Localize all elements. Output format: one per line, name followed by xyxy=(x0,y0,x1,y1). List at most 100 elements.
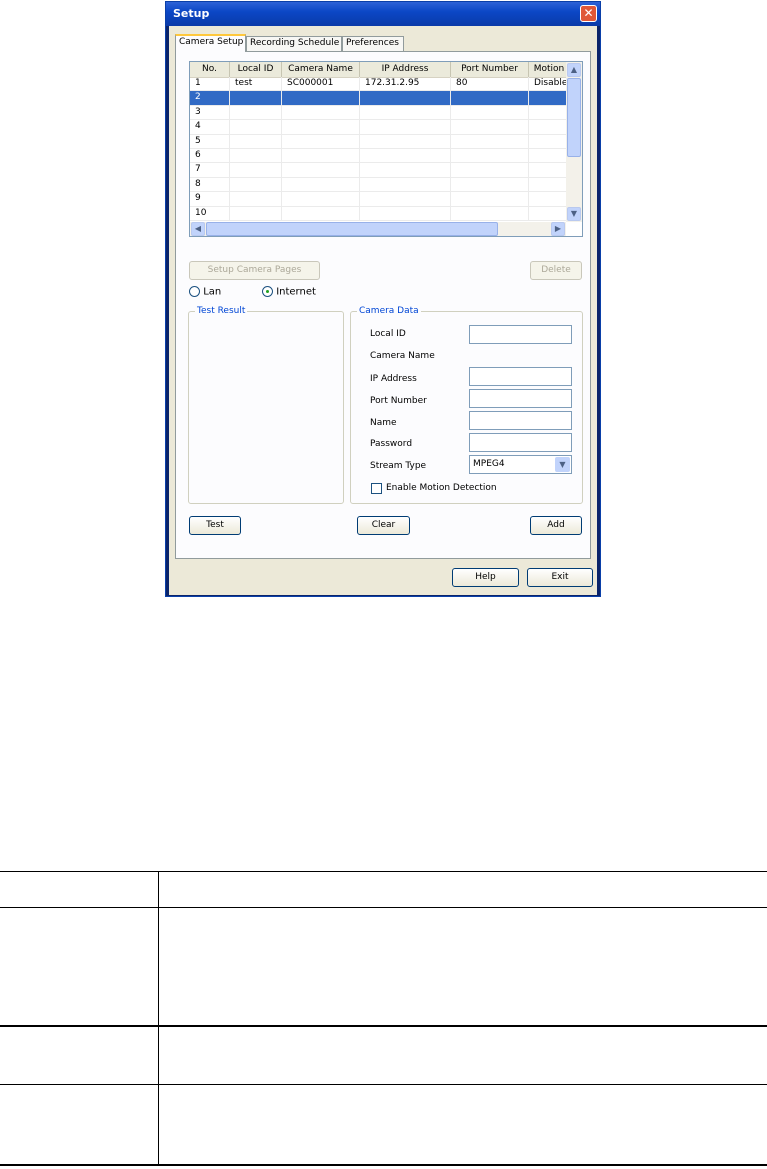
table-cell: SC000001 xyxy=(282,77,360,91)
name-label: Name xyxy=(370,418,397,428)
ip-address-label: IP Address xyxy=(370,374,417,384)
ip-address-field[interactable] xyxy=(469,367,572,386)
port-number-field[interactable] xyxy=(469,389,572,408)
table-cell xyxy=(360,177,451,192)
table-cell xyxy=(529,106,566,119)
internet-option[interactable]: Internet xyxy=(262,286,316,299)
table-rule-bottom xyxy=(0,1164,767,1166)
camera-setup-panel: No. Local ID Camera Name IP Address Port… xyxy=(175,51,591,559)
help-button[interactable]: Help xyxy=(452,568,519,587)
stream-type-value: MPEG4 xyxy=(473,459,505,469)
table-cell xyxy=(451,148,529,163)
password-field[interactable] xyxy=(469,433,572,452)
scroll-left-icon[interactable]: ◀ xyxy=(191,222,205,236)
local-id-label: Local ID xyxy=(370,329,406,339)
lan-radio[interactable] xyxy=(189,286,200,297)
table-row[interactable]: 5 xyxy=(190,134,566,149)
lan-option[interactable]: Lan xyxy=(189,286,221,299)
table-row[interactable]: 9 xyxy=(190,192,566,207)
table-cell xyxy=(529,178,566,191)
setup-camera-pages-button[interactable]: Setup Camera Pages xyxy=(189,261,320,280)
table-cell xyxy=(529,135,566,148)
table-cell: 8 xyxy=(190,177,230,192)
lan-label: Lan xyxy=(203,286,222,298)
chevron-down-icon[interactable]: ▼ xyxy=(555,457,570,472)
table-row[interactable]: 10 xyxy=(190,206,566,221)
column-header-port-number[interactable]: Port Number xyxy=(451,62,529,77)
table-cell xyxy=(282,192,360,206)
motion-detection-label[interactable]: Enable Motion Detection xyxy=(386,483,497,494)
scroll-right-icon[interactable]: ▶ xyxy=(551,222,565,236)
delete-button[interactable]: Delete xyxy=(530,261,582,280)
table-cell: 80 xyxy=(451,77,529,91)
tab-camera-setup[interactable]: Camera Setup xyxy=(175,34,246,52)
column-header-camera-name[interactable]: Camera Name xyxy=(282,62,360,77)
column-header-motion[interactable]: Motion xyxy=(529,62,566,77)
table-cell xyxy=(360,148,451,163)
table-cell xyxy=(230,134,282,148)
table-row[interactable]: 6 xyxy=(190,148,566,164)
scroll-up-icon[interactable]: ▲ xyxy=(567,63,581,77)
table-row[interactable]: 8 xyxy=(190,177,566,193)
table-cell xyxy=(529,207,566,220)
table-rule-3 xyxy=(0,1084,767,1085)
internet-radio[interactable] xyxy=(262,286,273,297)
column-header-ip-address[interactable]: IP Address xyxy=(360,62,451,77)
table-cell: 6 xyxy=(190,148,230,163)
close-button[interactable]: ✕ xyxy=(580,5,597,22)
table-cell xyxy=(360,120,451,134)
table-cell xyxy=(230,206,282,220)
stream-type-label: Stream Type xyxy=(370,461,427,471)
table-cell xyxy=(282,206,360,220)
table-cell: 7 xyxy=(190,163,230,177)
camera-name-label: Camera Name xyxy=(370,351,435,361)
table-cell xyxy=(230,192,282,206)
table-cell: 3 xyxy=(190,105,230,120)
table-cell: test xyxy=(230,77,282,91)
table-row[interactable]: 1 test SC000001 172.31.2.95 80 Disable xyxy=(190,77,566,92)
exit-button[interactable]: Exit xyxy=(527,568,593,587)
horizontal-scroll-thumb[interactable] xyxy=(206,222,498,236)
test-result-title: Test Result xyxy=(195,305,248,317)
title-bar[interactable]: Setup ✕ xyxy=(166,2,600,26)
table-cell xyxy=(230,148,282,163)
test-result-group: Test Result xyxy=(188,305,344,504)
table-cell xyxy=(230,105,282,120)
tab-preferences[interactable]: Preferences xyxy=(342,36,404,51)
setup-dialog: Setup ✕ Camera Setup Recording Schedule … xyxy=(165,1,601,597)
dialog-client: Camera Setup Recording Schedule Preferen… xyxy=(169,26,597,595)
motion-detection-checkbox[interactable] xyxy=(371,483,382,494)
table-cell: 172.31.2.95 xyxy=(360,77,451,91)
test-button[interactable]: Test xyxy=(189,516,241,535)
table-rule-1 xyxy=(0,907,767,908)
stream-type-select[interactable]: MPEG4 ▼ xyxy=(469,455,572,474)
table-cell xyxy=(360,134,451,148)
table-row[interactable]: 3 xyxy=(190,105,566,121)
name-field[interactable] xyxy=(469,411,572,430)
camera-data-group: Camera Data Local ID Camera Name IP Addr… xyxy=(350,305,583,504)
table-cell xyxy=(360,206,451,220)
vertical-scroll-thumb[interactable] xyxy=(567,78,581,157)
local-id-field[interactable] xyxy=(469,325,572,344)
close-icon: ✕ xyxy=(583,6,594,20)
table-row[interactable]: 2 xyxy=(190,91,566,106)
table-cell xyxy=(451,163,529,177)
table-row[interactable]: 4 xyxy=(190,120,566,135)
table-cell xyxy=(529,149,566,162)
tab-recording-schedule[interactable]: Recording Schedule xyxy=(246,36,342,51)
table-rule-top xyxy=(0,871,767,872)
clear-button[interactable]: Clear xyxy=(357,516,410,535)
table-cell: 5 xyxy=(190,134,230,148)
horizontal-scrollbar[interactable]: ◀ ▶ xyxy=(190,222,566,236)
table-cell: 4 xyxy=(190,120,230,134)
column-header-no[interactable]: No. xyxy=(190,62,230,77)
scroll-down-icon[interactable]: ▼ xyxy=(567,207,581,221)
table-row[interactable]: 7 xyxy=(190,163,566,178)
table-cell xyxy=(529,163,566,176)
table-cell xyxy=(282,91,360,105)
camera-table[interactable]: No. Local ID Camera Name IP Address Port… xyxy=(189,61,583,237)
table-cell xyxy=(282,148,360,163)
column-header-local-id[interactable]: Local ID xyxy=(230,62,282,77)
add-button[interactable]: Add xyxy=(530,516,582,535)
vertical-scrollbar[interactable]: ▲ ▼ xyxy=(566,62,582,222)
